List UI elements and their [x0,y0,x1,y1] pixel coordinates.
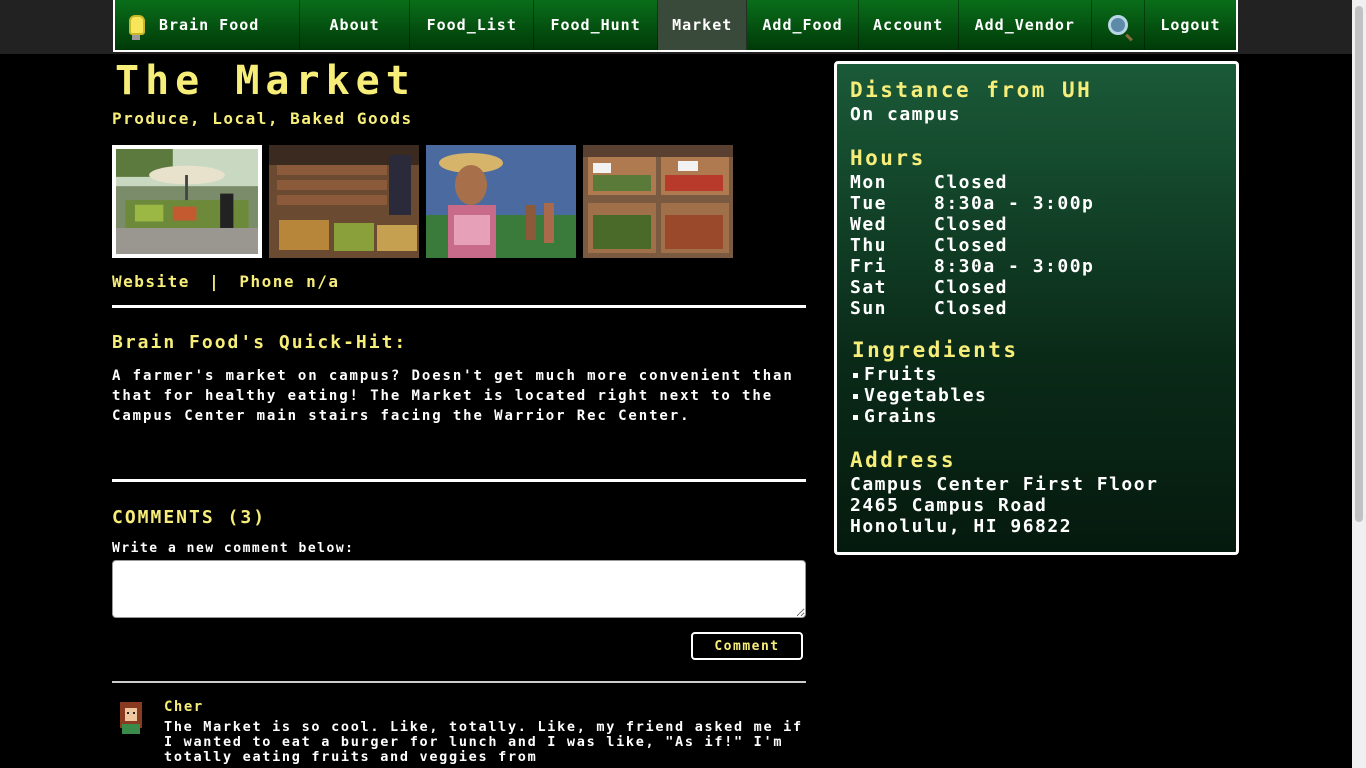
address-title: Address [850,448,957,472]
nav-logout[interactable]: Logout [1145,0,1236,50]
nav-about[interactable]: About [300,0,411,50]
hours-time: Closed [934,235,1009,256]
address-line: 2465 Campus Road [850,495,1048,516]
website-link[interactable]: Website [112,272,190,291]
hours-day: Tue [850,193,888,214]
info-panel: Distance from UH On campus Hours Mon Clos… [834,61,1239,555]
bullet-icon [853,372,858,378]
scrollbar-thumb[interactable] [1355,6,1363,522]
comment-input[interactable] [112,560,806,618]
nav-market[interactable]: Market [658,0,748,50]
address-line: Campus Center First Floor [850,474,1159,495]
page-scrollbar[interactable] [1352,0,1366,768]
nav-add-vendor[interactable]: Add_Vendor [959,0,1093,50]
avatar [120,702,142,734]
hours-row: Wed Closed [850,214,1094,235]
hours-time: Closed [934,277,1009,298]
comment-text: The Market is so cool. Like, totally. Li… [164,719,803,765]
bullet-icon [853,393,858,399]
hours-day: Mon [850,172,888,193]
distance-title: Distance from UH [850,78,1093,102]
nav-food-list[interactable]: Food_List [410,0,535,50]
address-block: Campus Center First Floor 2465 Campus Ro… [850,474,1158,537]
market-stalls-photo[interactable] [112,145,262,258]
hours-day: Sat [850,277,888,298]
magnifier-icon [1107,15,1128,35]
hours-day: Sun [850,298,888,319]
vegetable-crates-photo[interactable] [583,145,733,258]
bullet-icon [853,414,858,420]
nav-account[interactable]: Account [859,0,959,50]
nav-add-food[interactable]: Add_Food [747,0,859,50]
lightbulb-icon [129,15,145,40]
list-item: Grains [853,406,987,427]
quickhit-title: Brain Food's Quick-Hit: [112,332,408,353]
comment-prompt: Write a new comment below: [112,541,355,556]
hours-time: Closed [934,214,1009,235]
nav-food-hunt[interactable]: Food_Hunt [534,0,659,50]
mural-photo[interactable] [426,145,576,258]
distance-value: On campus [850,104,962,125]
ingredient-label: Vegetables [864,385,988,406]
divider [112,479,806,482]
contact-links: Website | Phone n/a [112,272,340,291]
photo-gallery [112,145,733,258]
phone-text: Phone n/a [239,272,340,291]
ingredient-label: Grains [864,406,939,427]
hours-day: Fri [850,256,888,277]
hours-row: Fri 8:30a - 3:00p [850,256,1094,277]
address-line: Honolulu, HI 96822 [850,516,1073,537]
contact-separator: | [209,272,221,291]
hours-row: Thu Closed [850,235,1094,256]
quickhit-text: A farmer's market on campus? Doesn't get… [112,368,794,424]
hours-table: Mon Closed Tue 8:30a - 3:00p Wed Closed Thu… [850,172,1094,319]
comments-title: COMMENTS (3) [112,507,267,528]
page-subtitle: Produce, Local, Baked Goods [112,109,413,128]
divider [112,681,806,683]
main-nav: Brain Food About Food_List Food_Hunt Mar… [113,0,1238,52]
comment-button[interactable]: Comment [691,632,803,660]
page-title: The Market [115,58,416,104]
hours-day: Thu [850,235,888,256]
hours-time: Closed [934,298,1009,319]
divider [112,305,806,308]
nav-brand[interactable]: Brain Food [115,0,300,50]
hours-time: Closed [934,172,1009,193]
brand-label: Brain Food [159,16,260,34]
hours-row: Sun Closed [850,298,1094,319]
hours-title: Hours [850,146,926,170]
comment-author: Cher [164,699,204,715]
ingredient-label: Fruits [864,364,939,385]
hours-day: Wed [850,214,888,235]
hours-time: 8:30a - 3:00p [934,193,1095,214]
nav-search[interactable] [1092,0,1145,50]
hours-row: Sat Closed [850,277,1094,298]
list-item: Vegetables [853,385,987,406]
hours-time: 8:30a - 3:00p [934,256,1095,277]
ingredients-list: Fruits Vegetables Grains [853,364,987,427]
ingredients-title: Ingredients [852,338,1019,362]
produce-bins-photo[interactable] [269,145,419,258]
hours-row: Mon Closed [850,172,1094,193]
hours-row: Tue 8:30a - 3:00p [850,193,1094,214]
list-item: Fruits [853,364,987,385]
